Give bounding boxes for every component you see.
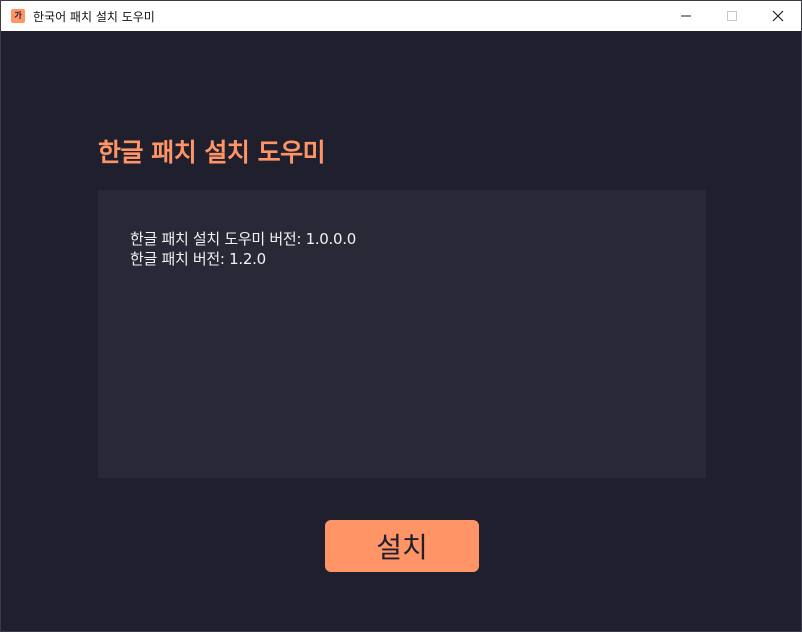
app-icon-glyph: 가 (14, 11, 22, 20)
maximize-button[interactable] (709, 1, 755, 31)
window-title: 한국어 패치 설치 도우미 (33, 10, 155, 24)
app-window: 가 한국어 패치 설치 도우미 한글 패치 설치 도우미 한글 패치 설치 도우… (0, 0, 802, 632)
patch-version-text: 한글 패치 버전: 1.2.0 (130, 250, 266, 268)
minimize-button[interactable] (663, 1, 709, 31)
install-button[interactable]: 설치 (325, 520, 479, 572)
main-content: 한글 패치 설치 도우미 한글 패치 설치 도우미 버전: 1.0.0.0 한글… (1, 31, 801, 631)
maximize-icon (727, 11, 737, 21)
page-title: 한글 패치 설치 도우미 (98, 138, 326, 167)
close-icon (772, 10, 784, 22)
helper-version-text: 한글 패치 설치 도우미 버전: 1.0.0.0 (130, 230, 356, 248)
title-bar[interactable]: 가 한국어 패치 설치 도우미 (1, 1, 801, 31)
minimize-icon (681, 15, 691, 17)
close-button[interactable] (755, 1, 801, 31)
version-info-panel: 한글 패치 설치 도우미 버전: 1.0.0.0 한글 패치 버전: 1.2.0 (98, 190, 706, 478)
app-logo-icon: 가 (11, 9, 25, 23)
